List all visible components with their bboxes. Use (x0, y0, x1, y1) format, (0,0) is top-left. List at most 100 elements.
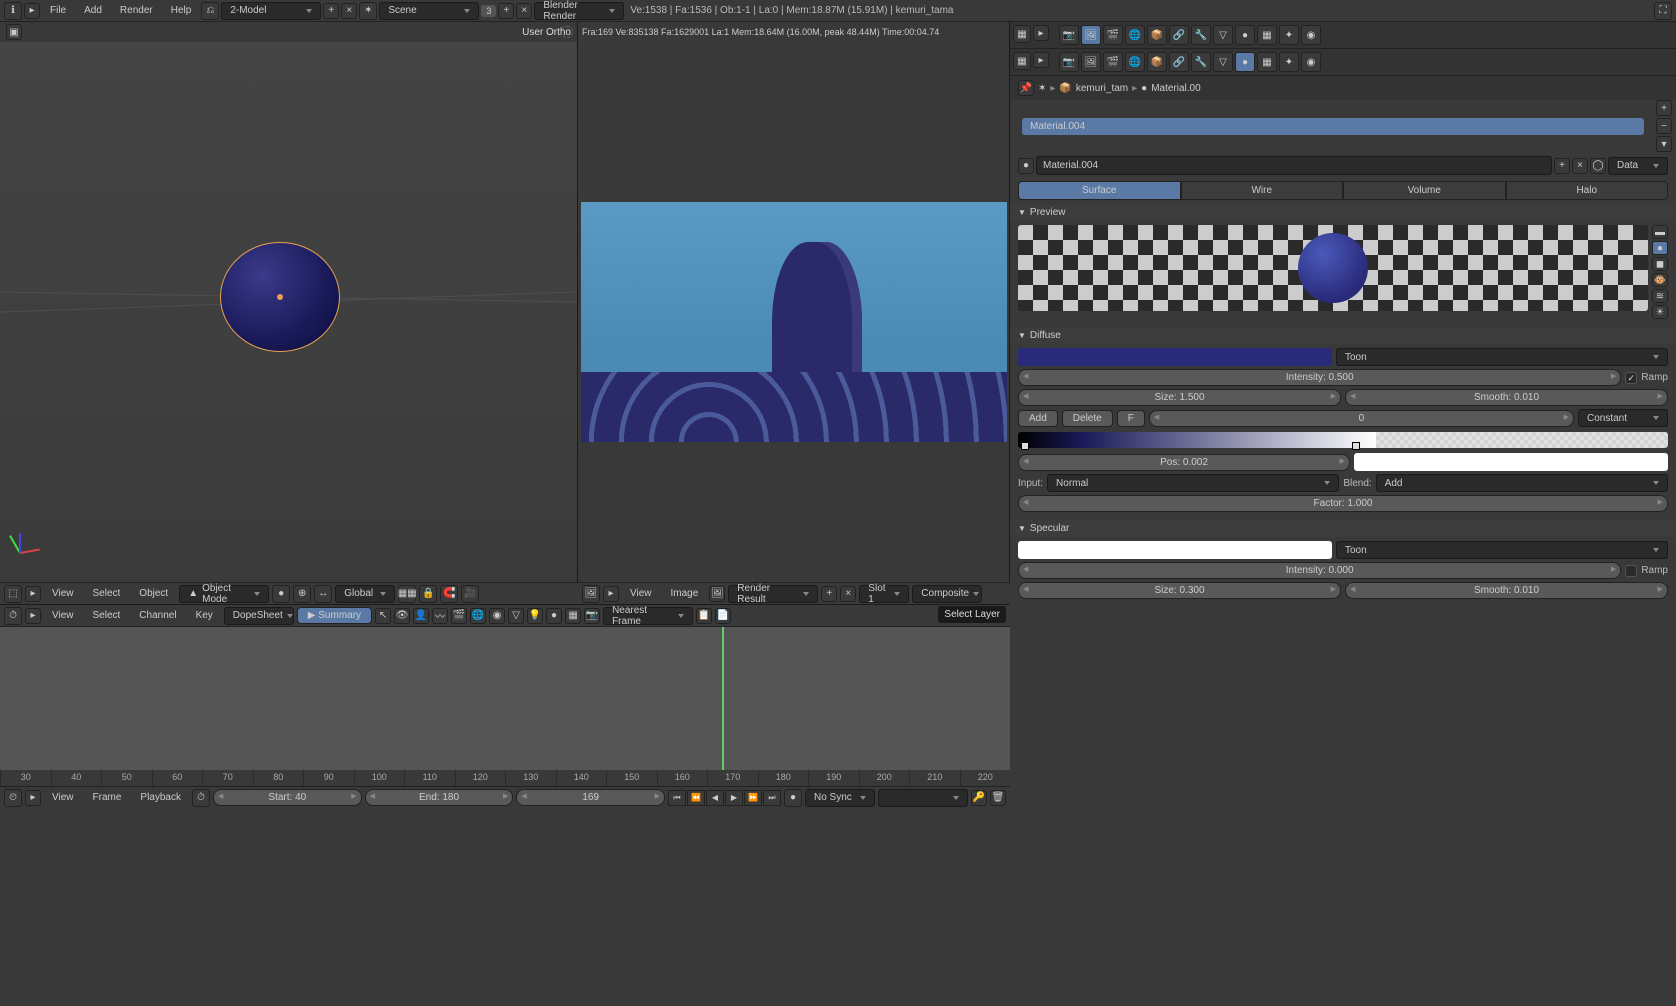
filter-node-icon[interactable]: ◉ (489, 608, 505, 624)
tab-object[interactable]: 📦 (1147, 25, 1167, 45)
keyframe-next-button[interactable]: ⏩ (744, 790, 762, 806)
manipulator-icon[interactable]: ↔ (314, 585, 332, 603)
preview-monkey-icon[interactable]: 🐵 (1652, 273, 1668, 287)
preview-flat-icon[interactable]: ▬ (1652, 225, 1668, 239)
tab-render[interactable]: 📷 (1059, 52, 1079, 72)
tab-particles[interactable]: ✦ (1279, 25, 1299, 45)
filter-mat-icon[interactable]: ● (546, 608, 562, 624)
ramp-interp-dropdown[interactable]: Constant (1578, 409, 1668, 427)
diffuse-shader-dropdown[interactable]: Toon (1336, 348, 1668, 366)
tab-world[interactable]: 🌐 (1125, 25, 1145, 45)
add-material-icon[interactable]: + (1554, 158, 1570, 174)
menu-key[interactable]: Key (188, 607, 221, 624)
render-engine-dropdown[interactable]: Blender Render (534, 2, 624, 20)
filter-mesh-icon[interactable]: ▽ (508, 608, 524, 624)
tab-modifiers[interactable]: 🔧 (1191, 25, 1211, 45)
expand-icon[interactable]: ▸ (25, 586, 41, 602)
ramp-add-button[interactable]: Add (1018, 410, 1058, 427)
filter-cam-icon[interactable]: 📷 (584, 608, 600, 624)
summary-toggle[interactable]: ▶ Summary (297, 607, 372, 624)
preview-sphere-icon[interactable]: ● (1652, 241, 1668, 255)
jump-end-button[interactable]: ⏭ (763, 790, 781, 806)
menu-render[interactable]: Render (112, 2, 161, 19)
editor-type-icon[interactable]: ⏱ (4, 607, 22, 625)
add-layout-icon[interactable]: + (323, 3, 339, 19)
insert-keyframe-icon[interactable]: 🔑 (971, 790, 987, 806)
delete-keyframe-icon[interactable]: 🗑 (990, 790, 1006, 806)
filter-tex-icon[interactable]: ▦ (565, 608, 581, 624)
color-ramp[interactable] (1018, 432, 1668, 448)
back-to-previous-icon[interactable]: ⎌ (201, 2, 219, 20)
diffuse-color-swatch[interactable] (1018, 348, 1332, 366)
paste-keys-icon[interactable]: 📄 (715, 608, 731, 624)
breadcrumb-object[interactable]: kemuri_tam (1076, 83, 1128, 94)
pivot-icon[interactable]: ⊕ (293, 585, 311, 603)
jump-start-button[interactable]: ⏮ (668, 790, 686, 806)
scene-browse-icon[interactable]: ✶ (359, 2, 377, 20)
image-canvas[interactable] (578, 42, 1009, 602)
ramp-input-dropdown[interactable]: Normal (1047, 474, 1339, 492)
editor-type-icon[interactable]: ℹ (4, 2, 22, 20)
viewport-canvas[interactable]: (169) kemuri_tama (0, 42, 577, 602)
tab-modifiers[interactable]: 🔧 (1191, 52, 1211, 72)
pass-dropdown[interactable]: Composite (912, 585, 982, 603)
menu-frame[interactable]: Frame (85, 789, 130, 806)
expand-icon[interactable]: ▸ (1033, 52, 1049, 68)
specular-smooth-field[interactable]: Smooth: 0.010 (1345, 582, 1668, 599)
expand-icon[interactable]: ▸ (25, 608, 41, 624)
pin-icon[interactable]: 📌 (1018, 80, 1034, 96)
tab-scene[interactable]: 🎬 (1103, 52, 1123, 72)
tab-data[interactable]: ▽ (1213, 25, 1233, 45)
tab-scene[interactable]: 🎬 (1103, 25, 1123, 45)
current-frame-field[interactable]: 169 (516, 789, 665, 806)
tab-halo[interactable]: Halo (1506, 181, 1669, 200)
image-dropdown[interactable]: Render Result (728, 585, 818, 603)
keyframe-prev-button[interactable]: ⏪ (687, 790, 705, 806)
material-link-dropdown[interactable]: Data (1608, 157, 1668, 175)
screen-layout-dropdown[interactable]: 2-Model (221, 2, 321, 20)
expand-icon[interactable]: ▸ (1033, 25, 1049, 41)
layers-grid-icon[interactable]: ▦▦ (398, 585, 416, 603)
dopesheet-canvas[interactable] (0, 627, 1010, 770)
expand-menus-icon[interactable]: ▸ (24, 3, 40, 19)
filter-lamp-icon[interactable]: 💡 (527, 608, 543, 624)
autosnap-dropdown[interactable]: Nearest Frame (603, 607, 693, 625)
tab-render-layers[interactable]: 🖼 (1081, 52, 1101, 72)
editor-type-icon[interactable]: ▦ (1013, 25, 1031, 43)
mesh-object-sphere[interactable] (220, 242, 340, 352)
tab-render-layers[interactable]: 🖼 (1081, 25, 1101, 45)
copy-keys-icon[interactable]: 📋 (696, 608, 712, 624)
filter-hidden-icon[interactable]: 👁 (394, 608, 410, 624)
menu-channel[interactable]: Channel (131, 607, 184, 624)
panel-diffuse-header[interactable]: Diffuse (1010, 327, 1676, 344)
menu-object[interactable]: Object (131, 585, 176, 602)
menu-view[interactable]: View (44, 585, 82, 602)
start-frame-field[interactable]: Start: 40 (213, 789, 362, 806)
menu-image[interactable]: Image (663, 585, 707, 602)
delete-scene-icon[interactable]: × (516, 3, 532, 19)
play-reverse-button[interactable]: ◀ (706, 790, 724, 806)
menu-playback[interactable]: Playback (132, 789, 189, 806)
specular-intensity-field[interactable]: Intensity: 0.000 (1018, 562, 1621, 579)
ramp-active-stop-field[interactable]: 0 (1149, 410, 1574, 427)
scene-dropdown[interactable]: Scene (379, 2, 479, 20)
add-slot-button[interactable]: + (1656, 100, 1672, 116)
tab-constraints[interactable]: 🔗 (1169, 25, 1189, 45)
remove-slot-button[interactable]: − (1656, 118, 1672, 134)
browse-image-icon[interactable]: 🖼 (709, 586, 725, 602)
preview-sky-icon[interactable]: ☀ (1652, 305, 1668, 319)
unlink-image-icon[interactable]: × (840, 586, 856, 602)
node-toggle-icon[interactable]: ◯ (1590, 158, 1606, 174)
end-frame-field[interactable]: End: 180 (365, 789, 514, 806)
mode-dropdown[interactable]: ▲ Object Mode (179, 585, 269, 603)
menu-select[interactable]: Select (85, 585, 129, 602)
preview-hair-icon[interactable]: ≋ (1652, 289, 1668, 303)
editor-type-icon[interactable]: ▦ (1013, 52, 1031, 70)
menu-add[interactable]: Add (76, 2, 110, 19)
filter-scene-icon[interactable]: 🎬 (451, 608, 467, 624)
menu-view[interactable]: View (622, 585, 660, 602)
menu-file[interactable]: File (42, 2, 74, 19)
specular-color-swatch[interactable] (1018, 541, 1332, 559)
tab-particles[interactable]: ✦ (1279, 52, 1299, 72)
preview-cube-icon[interactable]: ◼ (1652, 257, 1668, 271)
